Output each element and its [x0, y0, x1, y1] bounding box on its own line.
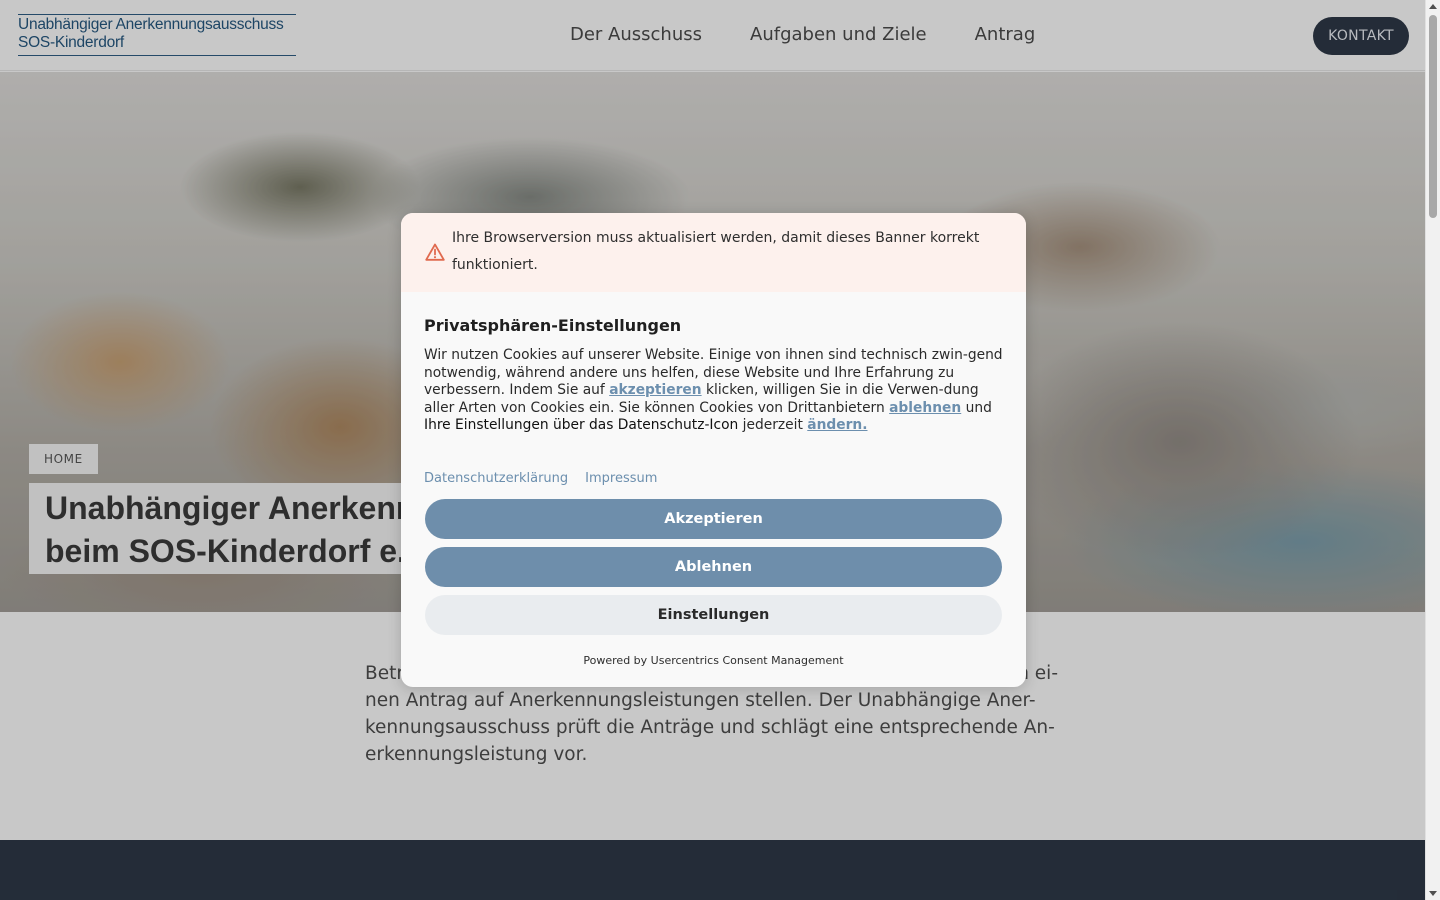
- settings-button[interactable]: Einstellungen: [425, 595, 1002, 635]
- deny-button[interactable]: Ablehnen: [425, 547, 1002, 587]
- scroll-up-arrow-icon[interactable]: [1429, 4, 1437, 9]
- accept-inline-link[interactable]: akzeptieren: [609, 382, 701, 398]
- privacy-policy-link[interactable]: Datenschutzerklärung: [424, 471, 568, 486]
- browser-warning: Ihre Browserversion muss aktualisiert we…: [401, 213, 1026, 292]
- powered-by-text: Powered by Usercentrics Consent Manageme…: [583, 654, 844, 667]
- imprint-link[interactable]: Impressum: [585, 471, 657, 486]
- warning-triangle-icon: [425, 243, 445, 261]
- consent-footer-links: Datenschutzerklärung Impressum: [424, 471, 674, 486]
- consent-dialog: Ihre Browserversion muss aktualisiert we…: [401, 213, 1026, 687]
- scroll-down-arrow-icon[interactable]: [1429, 891, 1437, 896]
- consent-description: Wir nutzen Cookies auf unserer Website. …: [424, 347, 1004, 435]
- deny-inline-link[interactable]: ablehnen: [889, 400, 961, 416]
- consent-body-strong: Ihre Einstellungen über das Datenschutz-…: [424, 417, 739, 433]
- consent-body-part-3: und: [961, 399, 992, 416]
- change-inline-link[interactable]: ändern.: [807, 417, 867, 433]
- accept-button[interactable]: Akzeptieren: [425, 499, 1002, 539]
- consent-body-part-4: jederzeit: [738, 417, 808, 433]
- page-scrollbar[interactable]: [1425, 0, 1440, 900]
- browser-warning-text: Ihre Browserversion muss aktualisiert we…: [452, 230, 980, 273]
- scrollbar-thumb[interactable]: [1429, 15, 1437, 218]
- consent-title: Privatsphären-Einstellungen: [424, 316, 682, 335]
